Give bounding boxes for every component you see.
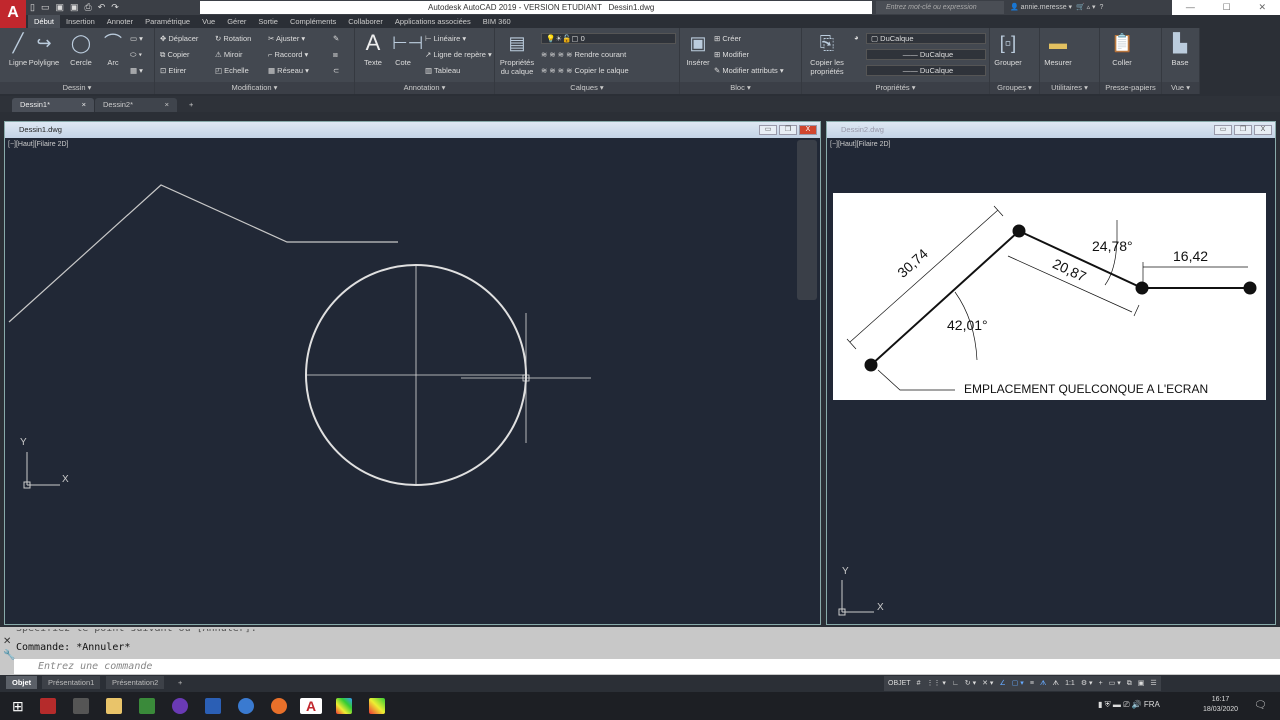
acrobat-icon[interactable] — [40, 698, 56, 714]
annotation-visibility-icon[interactable]: ᗑ — [1040, 676, 1047, 691]
osnap-icon[interactable]: ✕ ▾ — [982, 676, 993, 691]
language-indicator[interactable]: FRA — [1144, 700, 1160, 709]
polyline — [8, 184, 398, 323]
ucs-y-label: Y — [20, 437, 27, 448]
lineweight-icon[interactable]: ≡ — [1030, 676, 1034, 691]
status-bar: OBJET # ⋮⋮ ▾ ∟ ↻ ▾ ✕ ▾ ∠ ▢ ▾ ≡ ᗑᗑ 1:1 ⚙ ▾ + ▭… — [884, 676, 1161, 691]
otrack-icon[interactable]: ∠ — [999, 676, 1005, 691]
app-icon-2[interactable] — [369, 698, 385, 714]
crosshair-cursor — [307, 265, 591, 485]
ucs-y-label-2: Y — [842, 566, 849, 577]
add-layout-button[interactable]: + — [172, 676, 188, 689]
model-space-button[interactable]: OBJET — [888, 676, 911, 691]
ortho-icon[interactable]: ∟ — [952, 676, 959, 691]
firefox-icon[interactable] — [271, 698, 287, 714]
fullscreen-icon[interactable]: ▣ — [1138, 676, 1145, 691]
angle-42-01: 42,01° — [947, 317, 988, 333]
ucs-x-label-2: X — [877, 602, 884, 613]
command-input[interactable]: Entrez une commande — [14, 659, 1280, 674]
date: 18/03/2020 — [1203, 706, 1239, 713]
menu-icon[interactable]: ☰ — [1150, 676, 1156, 691]
taskbar — [0, 692, 1280, 720]
word-icon[interactable] — [205, 698, 221, 714]
excel-icon[interactable] — [139, 698, 155, 714]
annotation-scale[interactable]: 1:1 — [1065, 676, 1075, 691]
windows-start-icon[interactable]: ⊞ — [12, 698, 28, 714]
time: 16:17 — [1211, 696, 1230, 703]
angle-24-78: 24,78° — [1092, 238, 1133, 254]
autocad-taskbar-icon[interactable]: A — [300, 698, 322, 714]
drawing-canvas[interactable] — [0, 0, 1280, 720]
plus-icon[interactable]: + — [1099, 676, 1103, 691]
grid-icon[interactable]: # — [917, 676, 921, 691]
tab-presentation2[interactable]: Présentation2 — [106, 676, 165, 689]
ucs-icon — [23, 452, 874, 616]
file-explorer-icon[interactable] — [106, 698, 122, 714]
close-icon[interactable]: ✕ — [3, 636, 11, 647]
snap-icon[interactable]: ⋮⋮ ▾ — [926, 676, 945, 691]
calculator-icon[interactable] — [73, 698, 89, 714]
history-line: Spécifiez le point suivant ou [Annuler]: — [16, 629, 257, 636]
workspace-icon[interactable]: ▭ ▾ — [1109, 676, 1121, 691]
selection-icon[interactable]: ▢ ▾ — [1012, 676, 1024, 691]
autoscale-icon[interactable]: ᗑ — [1053, 676, 1060, 691]
clock[interactable]: 16:17 18/03/2020 — [1203, 695, 1238, 715]
tab-objet[interactable]: Objet — [6, 676, 38, 689]
tab-presentation1[interactable]: Présentation1 — [42, 676, 101, 689]
edge-icon[interactable] — [238, 698, 254, 714]
reference-image — [833, 193, 1266, 400]
command-history: Spécifiez le point suivant ou [Annuler]:… — [16, 629, 257, 653]
reference-note: EMPLACEMENT QUELCONQUE A L'ECRAN — [964, 382, 1209, 396]
drawn-polyline — [8, 184, 398, 323]
onenote-icon[interactable] — [172, 698, 188, 714]
app-icon[interactable] — [336, 698, 352, 714]
polar-icon[interactable]: ↻ ▾ — [965, 676, 976, 691]
system-tray[interactable]: ▮ ⛨ ▬ ⎚ 🔊 FRA — [1098, 700, 1160, 710]
history-line: Commande: *Annuler* — [16, 642, 131, 653]
dimension-16-42: 16,42 — [1173, 248, 1209, 264]
gear-icon[interactable]: ⚙ ▾ — [1081, 676, 1093, 691]
isolate-icon[interactable]: ⧉ — [1127, 676, 1132, 691]
notifications-icon[interactable]: 🗨 — [1254, 700, 1267, 711]
ucs-x-label: X — [62, 474, 69, 485]
